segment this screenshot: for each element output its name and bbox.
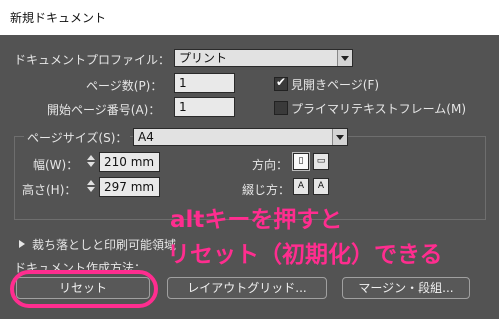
- highlight-ring: [10, 270, 158, 308]
- title-bar: 新規ドキュメント: [0, 0, 499, 35]
- bleed-section-label[interactable]: 裁ち落としと印刷可能領域: [32, 236, 176, 253]
- stepper-up-icon[interactable]: [87, 155, 95, 160]
- height-stepper[interactable]: [86, 177, 97, 195]
- window-title: 新規ドキュメント: [10, 11, 107, 25]
- expand-triangle-icon[interactable]: [19, 240, 25, 248]
- pages-input[interactable]: 1: [174, 73, 235, 93]
- profile-value: プリント: [179, 51, 228, 65]
- margin-columns-button[interactable]: マージン・段組...: [342, 277, 470, 299]
- stepper-down-icon[interactable]: [87, 162, 95, 167]
- profile-label: ドキュメントプロファイル：: [14, 53, 171, 67]
- primary-text-frame-checkbox[interactable]: [274, 101, 288, 115]
- chevron-down-icon: [337, 50, 352, 66]
- portrait-orientation-icon[interactable]: ▯: [292, 152, 310, 171]
- right-binding-icon[interactable]: A: [313, 178, 329, 195]
- stepper-down-icon[interactable]: [87, 187, 95, 192]
- annotation-line1: altキーを押すと: [170, 207, 343, 233]
- facing-pages-checkbox[interactable]: ✔: [274, 75, 288, 91]
- chevron-down-icon: [332, 129, 347, 145]
- binding-label: 綴じ方：: [242, 183, 291, 197]
- landscape-orientation-icon[interactable]: ▭: [313, 153, 329, 170]
- page-size-label: ページサイズ(S)：: [24, 129, 131, 146]
- profile-select[interactable]: プリント: [174, 49, 353, 67]
- orientation-label: 方向：: [252, 158, 289, 172]
- page-size-value: A4: [138, 130, 154, 144]
- width-stepper[interactable]: [86, 152, 97, 170]
- start-page-label: 開始ページ番号(A)：: [47, 103, 161, 117]
- width-input[interactable]: 210 mm: [99, 152, 160, 172]
- start-page-input[interactable]: 1: [174, 97, 235, 117]
- stepper-up-icon[interactable]: [87, 180, 95, 185]
- facing-pages-label: 見開きページ(F): [291, 78, 380, 92]
- height-label: 高さ(H)：: [22, 183, 77, 197]
- layout-grid-button[interactable]: レイアウトグリッド...: [167, 277, 327, 299]
- page-size-select[interactable]: A4: [133, 128, 348, 146]
- left-binding-icon[interactable]: A: [293, 178, 309, 195]
- height-input[interactable]: 297 mm: [99, 177, 160, 197]
- checkmark-icon: ✔: [276, 75, 287, 89]
- primary-text-frame-label: プライマリテキストフレーム(M): [291, 102, 466, 116]
- width-label: 幅(W)：: [33, 158, 79, 172]
- pages-label: ページ数(P)：: [86, 79, 163, 93]
- annotation-line2: リセット（初期化）できる: [167, 242, 443, 268]
